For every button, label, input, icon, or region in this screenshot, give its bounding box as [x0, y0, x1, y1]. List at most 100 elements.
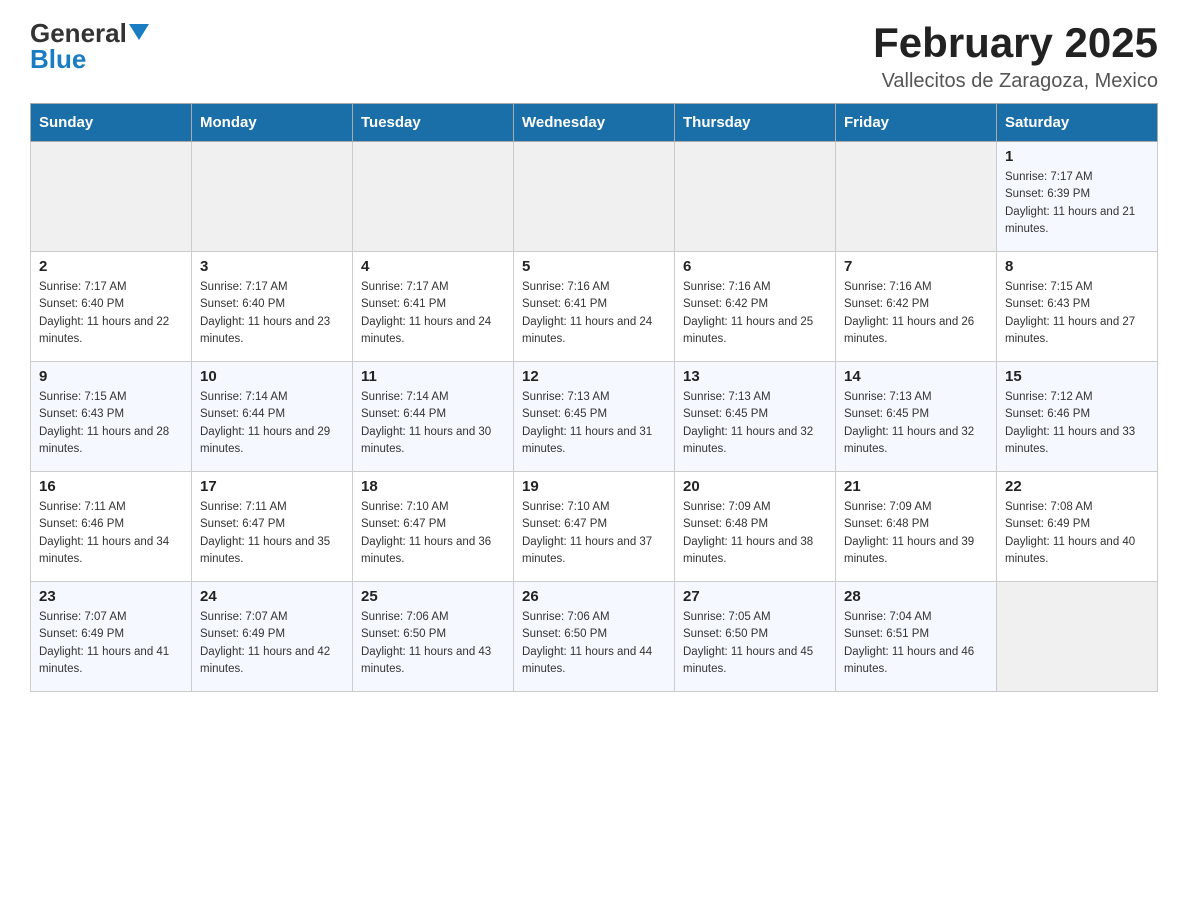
day-detail: Sunrise: 7:16 AMSunset: 6:42 PMDaylight:… — [844, 279, 988, 348]
day-detail: Sunrise: 7:12 AMSunset: 6:46 PMDaylight:… — [1005, 389, 1149, 458]
day-detail: Sunrise: 7:13 AMSunset: 6:45 PMDaylight:… — [844, 389, 988, 458]
calendar-day-cell: 5 Sunrise: 7:16 AMSunset: 6:41 PMDaylight… — [514, 252, 675, 362]
calendar-week-row: 2 Sunrise: 7:17 AMSunset: 6:40 PMDaylight… — [31, 252, 1158, 362]
day-detail: Sunrise: 7:17 AMSunset: 6:40 PMDaylight:… — [200, 279, 344, 348]
logo-general-text: General — [30, 20, 127, 46]
calendar-day-cell: 26 Sunrise: 7:06 AMSunset: 6:50 PMDayligh… — [514, 582, 675, 692]
day-number: 19 — [522, 478, 666, 495]
day-number: 26 — [522, 588, 666, 605]
calendar-day-cell — [353, 142, 514, 252]
day-number: 14 — [844, 368, 988, 385]
day-number: 12 — [522, 368, 666, 385]
day-detail: Sunrise: 7:07 AMSunset: 6:49 PMDaylight:… — [200, 609, 344, 678]
calendar-day-cell: 7 Sunrise: 7:16 AMSunset: 6:42 PMDaylight… — [836, 252, 997, 362]
day-number: 3 — [200, 258, 344, 275]
calendar-day-cell: 23Sunrise: 7:07 AMSunset: 6:49 PMDayligh… — [31, 582, 192, 692]
day-number: 20 — [683, 478, 827, 495]
calendar-day-cell: 24Sunrise: 7:07 AMSunset: 6:49 PMDayligh… — [192, 582, 353, 692]
calendar-day-cell — [514, 142, 675, 252]
calendar-day-cell: 11Sunrise: 7:14 AMSunset: 6:44 PMDayligh… — [353, 362, 514, 472]
day-detail: Sunrise: 7:09 AMSunset: 6:48 PMDaylight:… — [844, 499, 988, 568]
header-monday: Monday — [192, 104, 353, 142]
header-friday: Friday — [836, 104, 997, 142]
logo: General Blue — [30, 20, 149, 72]
header-saturday: Saturday — [997, 104, 1158, 142]
day-number: 6 — [683, 258, 827, 275]
calendar-day-cell: 10 Sunrise: 7:14 AMSunset: 6:44 PMDayligh… — [192, 362, 353, 472]
day-detail: Sunrise: 7:17 AMSunset: 6:39 PMDaylight:… — [1005, 169, 1149, 238]
day-number: 5 — [522, 258, 666, 275]
day-detail: Sunrise: 7:13 AMSunset: 6:45 PMDaylight:… — [683, 389, 827, 458]
day-detail: Sunrise: 7:16 AMSunset: 6:42 PMDaylight:… — [683, 279, 827, 348]
day-detail: Sunrise: 7:06 AMSunset: 6:50 PMDaylight:… — [361, 609, 505, 678]
day-detail: Sunrise: 7:17 AMSunset: 6:40 PMDaylight:… — [39, 279, 183, 348]
day-number: 1 — [1005, 148, 1149, 165]
calendar-day-cell: 18 Sunrise: 7:10 AMSunset: 6:47 PMDayligh… — [353, 472, 514, 582]
calendar-week-row: 1 Sunrise: 7:17 AMSunset: 6:39 PMDaylight… — [31, 142, 1158, 252]
day-detail: Sunrise: 7:15 AMSunset: 6:43 PMDaylight:… — [1005, 279, 1149, 348]
calendar-day-cell: 9 Sunrise: 7:15 AMSunset: 6:43 PMDaylight… — [31, 362, 192, 472]
day-number: 17 — [200, 478, 344, 495]
day-number: 2 — [39, 258, 183, 275]
day-detail: Sunrise: 7:04 AMSunset: 6:51 PMDaylight:… — [844, 609, 988, 678]
day-detail: Sunrise: 7:16 AMSunset: 6:41 PMDaylight:… — [522, 279, 666, 348]
calendar-week-row: 9 Sunrise: 7:15 AMSunset: 6:43 PMDaylight… — [31, 362, 1158, 472]
calendar-day-cell: 4 Sunrise: 7:17 AMSunset: 6:41 PMDaylight… — [353, 252, 514, 362]
day-number: 4 — [361, 258, 505, 275]
calendar-table: Sunday Monday Tuesday Wednesday Thursday… — [30, 103, 1158, 692]
calendar-day-cell: 16 Sunrise: 7:11 AMSunset: 6:46 PMDayligh… — [31, 472, 192, 582]
calendar-day-cell: 3 Sunrise: 7:17 AMSunset: 6:40 PMDaylight… — [192, 252, 353, 362]
calendar-week-row: 23 Sunrise: 7:07 AMSunset: 6:49 PMDayligh… — [31, 582, 1158, 692]
calendar-day-cell: 12 Sunrise: 7:13 AMSunset: 6:45 PMDayligh… — [514, 362, 675, 472]
logo-blue-text: Blue — [30, 46, 86, 72]
calendar-day-cell: 15 Sunrise: 7:12 AMSunset: 6:46 PMDayligh… — [997, 362, 1158, 472]
day-number: 18 — [361, 478, 505, 495]
day-number: 13 — [683, 368, 827, 385]
weekday-header-row: Sunday Monday Tuesday Wednesday Thursday… — [31, 104, 1158, 142]
calendar-day-cell: 2 Sunrise: 7:17 AMSunset: 6:40 PMDaylight… — [31, 252, 192, 362]
calendar-day-cell — [31, 142, 192, 252]
day-detail: Sunrise: 7:09 AMSunset: 6:48 PMDaylight:… — [683, 499, 827, 568]
location-subtitle: Vallecitos de Zaragoza, Mexico — [873, 70, 1158, 93]
calendar-day-cell — [675, 142, 836, 252]
day-detail: Sunrise: 7:17 AMSunset: 6:41 PMDaylight:… — [361, 279, 505, 348]
calendar-day-cell: 21 Sunrise: 7:09 AMSunset: 6:48 PMDayligh… — [836, 472, 997, 582]
header-thursday: Thursday — [675, 104, 836, 142]
calendar-day-cell: 1 Sunrise: 7:17 AMSunset: 6:39 PMDaylight… — [997, 142, 1158, 252]
day-number: 16 — [39, 478, 183, 495]
day-number: 23 — [39, 588, 183, 605]
calendar-day-cell — [997, 582, 1158, 692]
logo-triangle-icon — [129, 24, 149, 40]
day-number: 22 — [1005, 478, 1149, 495]
day-number: 7 — [844, 258, 988, 275]
day-number: 15 — [1005, 368, 1149, 385]
header-sunday: Sunday — [31, 104, 192, 142]
day-detail: Sunrise: 7:11 AMSunset: 6:47 PMDaylight:… — [200, 499, 344, 568]
day-number: 28 — [844, 588, 988, 605]
calendar-day-cell — [192, 142, 353, 252]
calendar-day-cell: 8 Sunrise: 7:15 AMSunset: 6:43 PMDaylight… — [997, 252, 1158, 362]
calendar-day-cell: 28 Sunrise: 7:04 AMSunset: 6:51 PMDayligh… — [836, 582, 997, 692]
day-detail: Sunrise: 7:15 AMSunset: 6:43 PMDaylight:… — [39, 389, 183, 458]
day-detail: Sunrise: 7:10 AMSunset: 6:47 PMDaylight:… — [361, 499, 505, 568]
day-number: 10 — [200, 368, 344, 385]
day-detail: Sunrise: 7:14 AMSunset: 6:44 PMDaylight:… — [361, 389, 505, 458]
day-detail: Sunrise: 7:08 AMSunset: 6:49 PMDaylight:… — [1005, 499, 1149, 568]
day-number: 25 — [361, 588, 505, 605]
day-number: 9 — [39, 368, 183, 385]
calendar-day-cell: 13 Sunrise: 7:13 AMSunset: 6:45 PMDayligh… — [675, 362, 836, 472]
day-number: 8 — [1005, 258, 1149, 275]
calendar-day-cell: 22 Sunrise: 7:08 AMSunset: 6:49 PMDayligh… — [997, 472, 1158, 582]
day-detail: Sunrise: 7:11 AMSunset: 6:46 PMDaylight:… — [39, 499, 183, 568]
day-number: 21 — [844, 478, 988, 495]
calendar-day-cell: 20 Sunrise: 7:09 AMSunset: 6:48 PMDayligh… — [675, 472, 836, 582]
page-header: General Blue February 2025 Vallecitos de… — [30, 20, 1158, 93]
day-detail: Sunrise: 7:14 AMSunset: 6:44 PMDaylight:… — [200, 389, 344, 458]
calendar-day-cell: 19Sunrise: 7:10 AMSunset: 6:47 PMDayligh… — [514, 472, 675, 582]
calendar-week-row: 16 Sunrise: 7:11 AMSunset: 6:46 PMDayligh… — [31, 472, 1158, 582]
calendar-day-cell: 17 Sunrise: 7:11 AMSunset: 6:47 PMDayligh… — [192, 472, 353, 582]
header-wednesday: Wednesday — [514, 104, 675, 142]
day-detail: Sunrise: 7:13 AMSunset: 6:45 PMDaylight:… — [522, 389, 666, 458]
day-detail: Sunrise: 7:06 AMSunset: 6:50 PMDaylight:… — [522, 609, 666, 678]
day-detail: Sunrise: 7:05 AMSunset: 6:50 PMDaylight:… — [683, 609, 827, 678]
